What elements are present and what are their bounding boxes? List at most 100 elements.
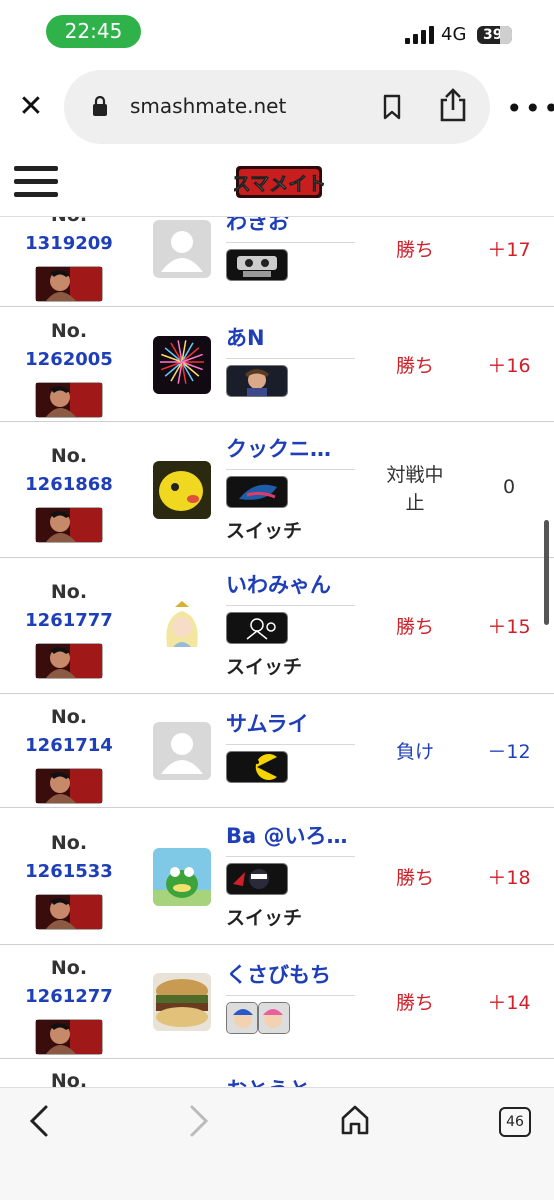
opponent-name-link[interactable]: Ba @いろ…: [226, 820, 348, 850]
opponent-fighter-icon: [226, 476, 288, 508]
match-result: 対戦中止: [375, 421, 455, 477]
fighter-icon: [36, 508, 102, 542]
opponent-fighter-icon: [226, 1002, 258, 1034]
my-fighter-icon: [35, 1019, 103, 1055]
address-bar[interactable]: smashmate.net: [64, 70, 490, 144]
match-row[interactable]: No.1261277くさびもち勝ち＋14: [0, 944, 554, 1059]
share-icon[interactable]: [438, 88, 468, 122]
match-row[interactable]: No. 1261533 Ba @いろ… スイッチ 勝ち ＋18: [0, 807, 554, 945]
match-number-link[interactable]: 1262005: [0, 349, 138, 370]
rate-change: －12: [470, 737, 548, 764]
home-icon[interactable]: [340, 1104, 370, 1136]
match-result: 勝ち: [375, 612, 455, 639]
opponent-name-link[interactable]: あN: [226, 322, 265, 352]
opponent-fighter-icon: [226, 612, 288, 644]
signal-icon: [405, 26, 435, 44]
fighter-icon: [36, 895, 102, 929]
battery-icon: 39: [477, 26, 512, 44]
name-divider: [226, 242, 355, 243]
my-fighter-icon: [35, 643, 103, 679]
fighter-icon: [36, 769, 102, 803]
opponent-name-link[interactable]: くさびもち: [226, 959, 331, 989]
back-icon[interactable]: [26, 1104, 54, 1138]
forward-icon[interactable]: [184, 1104, 212, 1138]
site-logo[interactable]: スマメイト: [234, 162, 324, 202]
match-number-label: No.: [0, 957, 138, 979]
close-icon[interactable]: ✕: [16, 92, 46, 122]
match-result: 勝ち: [375, 863, 455, 890]
battery-level: 39: [483, 27, 502, 43]
opponent-avatar[interactable]: [153, 597, 211, 655]
site-logo-text: スマメイト: [234, 173, 324, 195]
name-divider: [226, 744, 355, 745]
site-header: スマメイト: [0, 152, 554, 217]
opponent-avatar[interactable]: [153, 336, 211, 394]
rate-change: ＋15: [470, 612, 548, 639]
platform-label: スイッチ: [226, 516, 302, 543]
opponent-name-link[interactable]: いわみゃん: [226, 569, 331, 599]
match-number-link[interactable]: 1261714: [0, 735, 138, 756]
match-number-label: No.: [0, 320, 138, 342]
lock-icon: [92, 96, 108, 116]
opponent-fighter-icon: [226, 863, 288, 895]
network-type: 4G: [441, 24, 466, 45]
match-row[interactable]: No.1261714サムライ負け－12: [0, 693, 554, 808]
match-number-label: No.: [0, 1070, 138, 1087]
match-row[interactable]: No. 1261777 いわみゃんスイッチ 勝ち ＋15: [0, 557, 554, 694]
opponent-fighter-icon: [226, 365, 288, 397]
tabs-icon[interactable]: 46: [499, 1107, 531, 1137]
url-text[interactable]: smashmate.net: [130, 94, 286, 118]
my-fighter-icon: [35, 768, 103, 804]
match-number-label: No.: [0, 581, 138, 603]
match-row[interactable]: No.1262005あN勝ち＋16: [0, 306, 554, 422]
my-fighter-icon: [35, 894, 103, 930]
match-number-label: No.: [0, 217, 138, 226]
match-number-link[interactable]: 1261277: [0, 986, 138, 1007]
status-time: 22:45: [46, 15, 141, 48]
my-fighter-icon: [35, 507, 103, 543]
opponent-avatar[interactable]: [153, 722, 211, 780]
opponent-avatar[interactable]: [153, 220, 211, 278]
match-number-label: No.: [0, 445, 138, 467]
name-divider: [226, 856, 355, 857]
hamburger-menu-icon[interactable]: [14, 166, 58, 200]
match-row[interactable]: No. 1319209 わきお勝ち ＋17: [0, 217, 554, 307]
opponent-name-link[interactable]: わきお: [226, 217, 289, 236]
name-divider: [226, 358, 355, 359]
opponent-avatar[interactable]: [153, 461, 211, 519]
match-result: 勝ち: [375, 988, 455, 1015]
browser-toolbar: ✕ smashmate.net •••: [0, 70, 554, 144]
bookmark-icon[interactable]: [382, 94, 402, 120]
more-menu-icon[interactable]: •••: [506, 92, 554, 125]
match-number-label: No.: [0, 832, 138, 854]
opponent-avatar[interactable]: [153, 848, 211, 906]
match-list: No.1319209わきお勝ち＋17No.1262005あN勝ち＋16No.12…: [0, 217, 554, 1087]
opponent-avatar[interactable]: [153, 973, 211, 1031]
fighter-icon: [36, 267, 102, 301]
match-number-link[interactable]: 1261533: [0, 861, 138, 882]
match-result-text: 対戦中止: [385, 461, 445, 517]
opponent-fighter-icon: [226, 751, 288, 783]
opponent-name-link[interactable]: おとうと: [226, 1074, 310, 1087]
match-number-link[interactable]: 1319209: [0, 233, 138, 254]
platform-label: スイッチ: [226, 903, 302, 930]
rate-change: ＋17: [470, 235, 548, 262]
fighter-icon: [36, 1020, 102, 1054]
fighter-icon: [36, 383, 102, 417]
scrollbar[interactable]: [544, 520, 549, 625]
my-fighter-icon: [35, 266, 103, 302]
match-row[interactable]: No.1261868クックニ…スイッチ対戦中止0: [0, 421, 554, 558]
match-number-link[interactable]: 1261777: [0, 610, 138, 631]
opponent-name-link[interactable]: クックニ…: [226, 433, 331, 463]
match-row[interactable]: No. おとうと: [0, 1058, 554, 1087]
opponent-name-link[interactable]: サムライ: [226, 708, 309, 738]
browser-bottom-bar: 46: [0, 1087, 554, 1200]
match-result: 勝ち: [375, 351, 455, 378]
match-number-link[interactable]: 1261868: [0, 474, 138, 495]
match-result: 勝ち: [375, 235, 455, 262]
name-divider: [226, 469, 355, 470]
status-bar: 22:45 4G 39: [0, 0, 554, 62]
platform-label: スイッチ: [226, 652, 302, 679]
opponent-fighter-icon: [226, 249, 288, 281]
rate-change: ＋18: [470, 863, 548, 890]
